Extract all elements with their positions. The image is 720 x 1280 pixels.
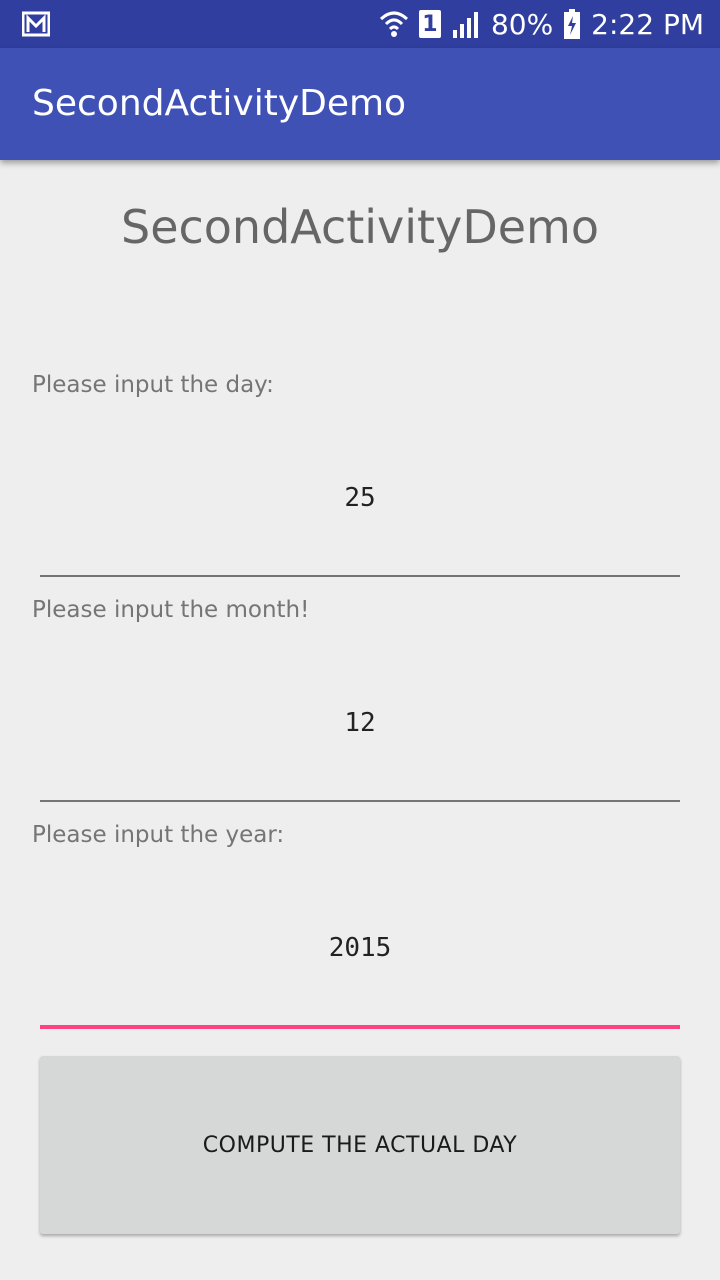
gmail-icon <box>21 10 51 38</box>
app-bar-title: SecondActivityDemo <box>32 83 407 124</box>
month-input[interactable] <box>40 691 680 755</box>
app-bar: SecondActivityDemo <box>0 48 720 160</box>
cell-signal-icon <box>451 10 481 38</box>
compute-button[interactable]: COMPUTE THE ACTUAL DAY <box>40 1056 680 1234</box>
main-content: SecondActivityDemo Please input the day:… <box>0 160 720 1280</box>
day-label: Please input the day: <box>32 372 274 398</box>
battery-charging-icon <box>563 9 581 39</box>
battery-percent: 80% <box>490 7 554 41</box>
page-heading: SecondActivityDemo <box>121 200 599 254</box>
status-bar: 1 80% 2:22 PM <box>0 0 720 48</box>
month-input-underline <box>40 800 680 802</box>
year-input[interactable] <box>40 916 680 980</box>
year-label: Please input the year: <box>32 822 285 848</box>
wifi-icon <box>379 9 409 39</box>
sim-indicator: 1 <box>418 10 441 38</box>
month-label: Please input the month! <box>32 597 310 623</box>
clock: 2:22 PM <box>591 7 704 41</box>
day-input[interactable] <box>40 466 680 530</box>
day-input-underline <box>40 575 680 577</box>
year-input-underline <box>40 1025 680 1029</box>
